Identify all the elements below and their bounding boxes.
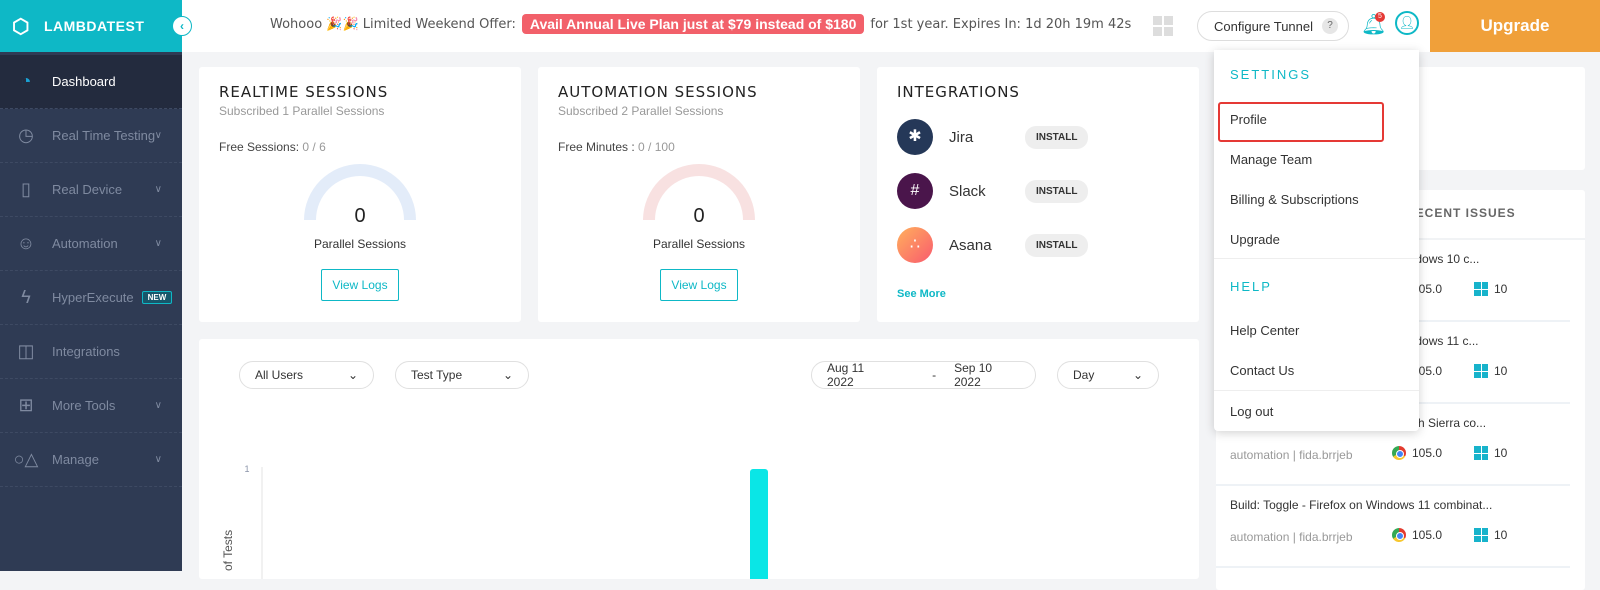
y-tick-label: 1	[244, 464, 249, 474]
chevron-down-icon: ∨	[154, 130, 162, 141]
brand-logo[interactable]: ⬡ LAMBDATEST	[0, 0, 182, 52]
view-logs-button[interactable]: View Logs	[321, 269, 399, 301]
menu-item-log-out[interactable]: Log out	[1230, 404, 1273, 419]
notification-badge: 5	[1375, 12, 1385, 22]
sidebar: ◔ Dashboard ◷ Real Time Testing ∨ ▯ Real Dev…	[0, 52, 182, 571]
install-button[interactable]: INSTALL	[1025, 179, 1089, 203]
new-badge: NEW	[141, 291, 173, 304]
test-type-select[interactable]: Test Type ⌄	[395, 361, 529, 389]
windows-icon	[1474, 446, 1488, 460]
chrome-icon	[1392, 528, 1406, 542]
logo-icon: ⬡	[12, 15, 30, 38]
chevron-down-icon: ∨	[154, 238, 162, 249]
apps-grid-icon[interactable]	[1153, 16, 1173, 36]
windows-icon	[1474, 364, 1488, 378]
sidebar-item-hyperexecute[interactable]: ϟ HyperExecute NEW	[0, 271, 182, 325]
asana-icon: ∴	[897, 227, 933, 263]
menu-item-upgrade[interactable]: Upgrade	[1230, 232, 1280, 247]
profile-highlight	[1218, 102, 1384, 142]
lightning-icon: ϟ	[21, 287, 31, 307]
integration-slack: # Slack INSTALL	[897, 173, 1097, 209]
issue-title: Build: Toggle - Firefox on Windows 11 co…	[1230, 498, 1493, 512]
y-axis-label: of Tests	[221, 530, 235, 571]
menu-item-contact-us[interactable]: Contact Us	[1230, 363, 1294, 378]
automation-sessions-card: AUTOMATION SESSIONS Subscribed 2 Paralle…	[538, 67, 860, 322]
speedometer-icon: ◔	[20, 71, 32, 91]
chevron-down-icon: ∨	[154, 184, 162, 195]
sidebar-item-integrations[interactable]: ◫ Integrations	[0, 325, 182, 379]
menu-item-help-center[interactable]: Help Center	[1230, 323, 1299, 338]
sidebar-item-real-time-testing[interactable]: ◷ Real Time Testing ∨	[0, 109, 182, 163]
clock-icon: ◷	[18, 125, 34, 145]
help-icon[interactable]: ?	[1322, 18, 1338, 34]
configure-tunnel-button[interactable]: Configure Tunnel?	[1197, 11, 1349, 41]
users-select[interactable]: All Users ⌄	[239, 361, 374, 389]
chart-card: All Users ⌄ Test Type ⌄ Aug 11 2022- Sep 10…	[199, 339, 1199, 579]
offer-banner: Wohooo 🎉🎉 Limited Weekend Offer: Avail An…	[270, 14, 1132, 34]
view-logs-button[interactable]: View Logs	[660, 269, 738, 301]
chevron-down-icon: ∨	[154, 400, 162, 411]
menu-item-manage-team[interactable]: Manage Team	[1230, 152, 1312, 167]
robot-icon: ☺	[16, 233, 36, 253]
phone-icon: ▯	[21, 179, 31, 199]
chart-bar	[750, 469, 768, 579]
realtime-sessions-card: REALTIME SESSIONS Subscribed 1 Parallel …	[199, 67, 521, 322]
plus-square-icon: ⊞	[18, 395, 34, 415]
sidebar-item-real-device[interactable]: ▯ Real Device ∨	[0, 163, 182, 217]
shapes-icon: ○△	[13, 449, 39, 469]
install-button[interactable]: INSTALL	[1025, 233, 1089, 257]
slack-icon: #	[897, 173, 933, 209]
upgrade-button[interactable]: Upgrade	[1430, 0, 1600, 52]
sidebar-item-dashboard[interactable]: ◔ Dashboard	[0, 55, 182, 109]
chrome-icon	[1392, 446, 1406, 460]
collapse-sidebar-button[interactable]: ‹	[172, 16, 192, 36]
integration-asana: ∴ Asana INSTALL	[897, 227, 1097, 263]
sidebar-item-more-tools[interactable]: ⊞ More Tools ∨	[0, 379, 182, 433]
integration-jira: ✱ Jira INSTALL	[897, 119, 1097, 155]
issue-row[interactable]: Build: Toggle - Firefox on Windows 11 co…	[1216, 486, 1570, 568]
sidebar-item-manage[interactable]: ○△ Manage ∨	[0, 433, 182, 487]
sidebar-item-automation[interactable]: ☺ Automation ∨	[0, 217, 182, 271]
jira-icon: ✱	[897, 119, 933, 155]
granularity-select[interactable]: Day ⌄	[1057, 361, 1159, 389]
integrations-icon: ◫	[17, 341, 35, 361]
issue-meta: automation | fida.brrjeb	[1230, 530, 1353, 544]
install-button[interactable]: INSTALL	[1025, 125, 1089, 149]
user-avatar-icon[interactable]: 👤︎	[1395, 11, 1419, 35]
see-more-link[interactable]: See More	[897, 288, 946, 300]
date-range-picker[interactable]: Aug 11 2022- Sep 10 2022	[811, 361, 1036, 389]
windows-icon	[1474, 282, 1488, 296]
integrations-card: INTEGRATIONS ✱ Jira INSTALL # Slack INSTALL …	[877, 67, 1199, 322]
issue-meta: automation | fida.brrjeb	[1230, 448, 1353, 462]
windows-icon	[1474, 528, 1488, 542]
chevron-down-icon: ∨	[154, 454, 162, 465]
tests-bar-chart: 1 of Tests	[221, 464, 768, 579]
menu-item-billing[interactable]: Billing & Subscriptions	[1230, 192, 1359, 207]
offer-pill[interactable]: Avail Annual Live Plan just at $79 inste…	[521, 14, 865, 34]
